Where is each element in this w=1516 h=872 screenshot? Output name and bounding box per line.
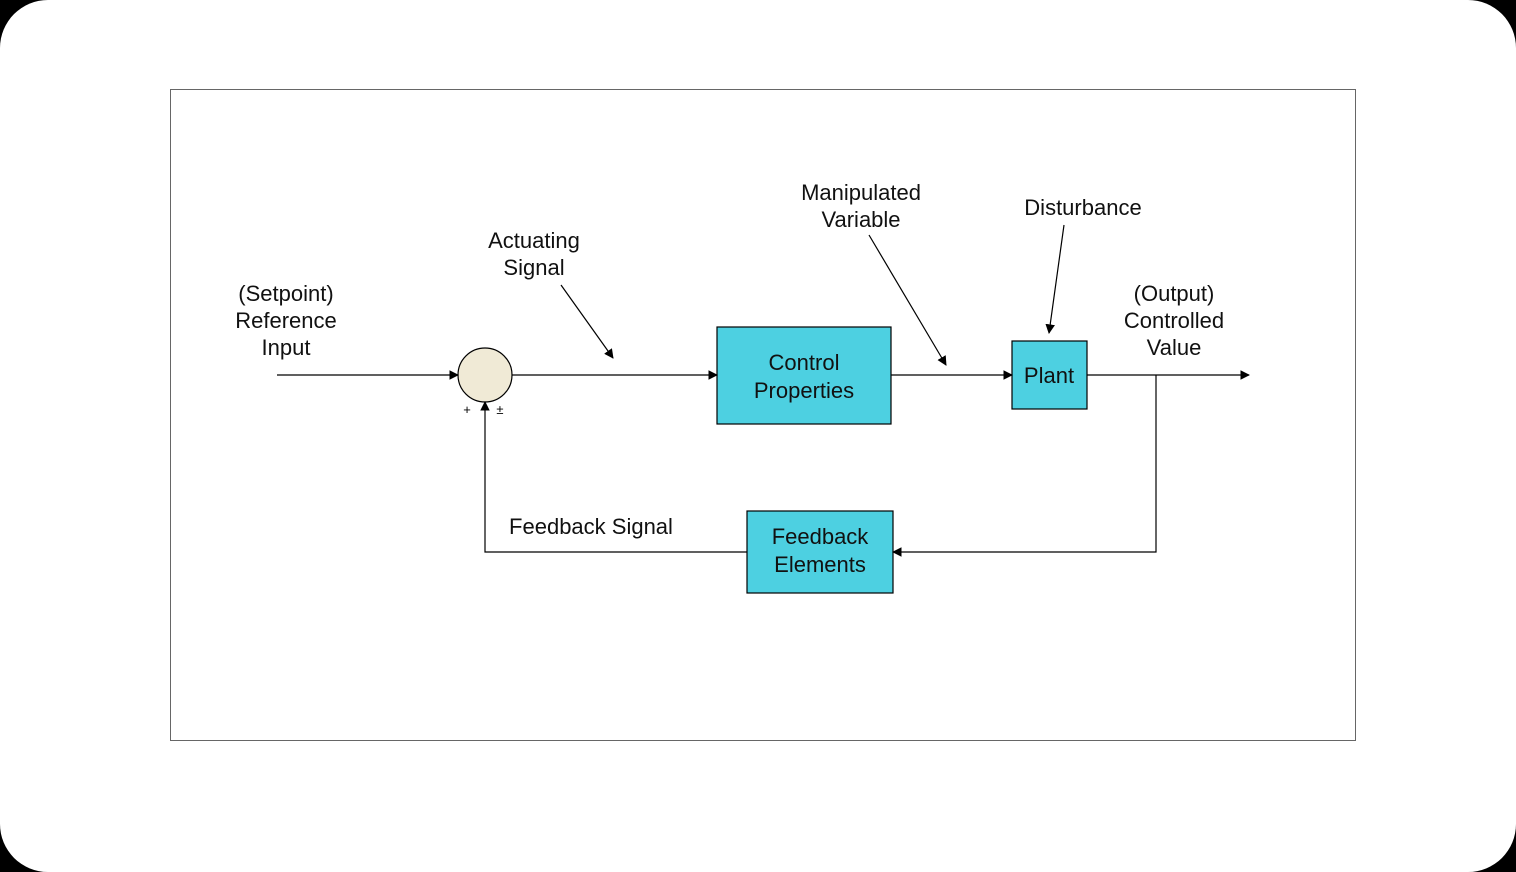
label-setpoint-l3: Input [262,335,311,360]
label-manip-l1: Manipulated [801,180,921,205]
control-properties-label-l1: Control [769,350,840,375]
feedback-elements-label-l2: Elements [774,552,866,577]
diagram-frame: Control Properties Plant Feedback Elemen… [170,89,1356,741]
label-feedback-signal: Feedback Signal [509,514,673,539]
control-properties-block [717,327,891,424]
label-output-l1: (Output) [1134,281,1215,306]
label-actuating-l2: Signal [503,255,564,280]
pointer-disturbance [1049,225,1064,333]
sum-plus: + [463,402,471,417]
control-properties-label-l2: Properties [754,378,854,403]
feedback-elements-label-l1: Feedback [772,524,870,549]
label-setpoint-l2: Reference [235,308,337,333]
pointer-actuating [561,285,613,358]
label-disturbance: Disturbance [1024,195,1141,220]
plant-label: Plant [1024,363,1074,388]
label-output-l2: Controlled [1124,308,1224,333]
label-setpoint-l1: (Setpoint) [238,281,333,306]
diagram-svg: Control Properties Plant Feedback Elemen… [171,90,1355,740]
label-output-l3: Value [1147,335,1202,360]
sum-plusminus: ± [496,402,503,417]
label-manip-l2: Variable [821,207,900,232]
summing-junction [458,348,512,402]
label-actuating-l1: Actuating [488,228,580,253]
card-surface: Control Properties Plant Feedback Elemen… [0,0,1516,872]
